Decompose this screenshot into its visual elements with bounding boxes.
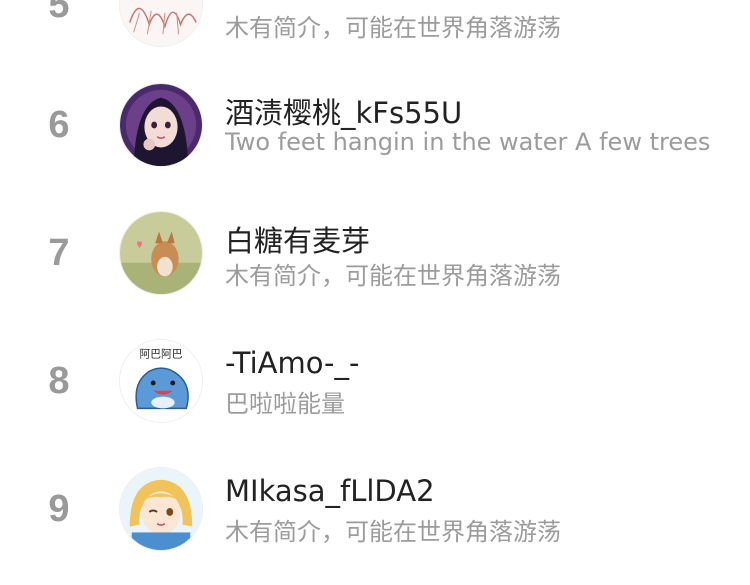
avatar[interactable] — [119, 467, 203, 551]
rank-number: 5 — [48, 0, 70, 26]
rank-number: 7 — [48, 231, 70, 274]
blue-cartoon-avatar-icon: 阿巴阿巴 — [120, 340, 202, 422]
user-bio: 木有简介，可能在世界角落游荡 — [225, 262, 561, 290]
user-bio: 木有简介，可能在世界角落游荡 — [225, 14, 561, 42]
avatar[interactable]: 阿巴阿巴 — [119, 339, 203, 423]
list-item[interactable]: 6 酒渍樱桃_kFs55U Two feet hangin in the wat… — [0, 70, 750, 180]
sketch-avatar-icon — [120, 0, 202, 46]
rank-number: 9 — [48, 487, 70, 530]
user-bio: 木有简介，可能在世界角落游荡 — [225, 518, 561, 546]
avatar[interactable] — [119, 0, 203, 47]
rank-number: 8 — [48, 359, 70, 402]
blonde-anime-avatar-icon — [120, 468, 202, 550]
list-item[interactable]: 9 MIkasa_fLlDA2 木有简介，可能在世界角落游荡 — [0, 454, 750, 564]
avatar[interactable] — [119, 211, 203, 295]
user-bio: Two feet hangin in the water A few trees — [225, 128, 710, 156]
rank-number: 6 — [48, 103, 70, 146]
corgi-avatar-icon — [120, 212, 202, 294]
avatar[interactable] — [119, 83, 203, 167]
list-item[interactable]: 5 木有简介，可能在世界角落游荡 — [0, 0, 750, 60]
anime-girl-avatar-icon — [120, 84, 202, 166]
user-bio: 巴啦啦能量 — [225, 390, 345, 418]
user-name: 酒渍樱桃_kFs55U — [225, 96, 463, 130]
ranking-list: 5 木有简介，可能在世界角落游荡 6 酒渍樱桃_kFs55U Two feet … — [0, 0, 750, 585]
user-name: MIkasa_fLlDA2 — [225, 474, 435, 508]
avatar-caption: 阿巴阿巴 — [140, 348, 183, 361]
user-name: -TiAmo-_- — [225, 346, 360, 380]
user-name: 白糖有麦芽 — [225, 224, 371, 258]
list-item[interactable]: 8 阿巴阿巴 -TiAmo-_- 巴啦啦能量 — [0, 326, 750, 436]
list-item[interactable]: 7 白糖有麦芽 木有简介，可能在世界角落游荡 — [0, 198, 750, 308]
